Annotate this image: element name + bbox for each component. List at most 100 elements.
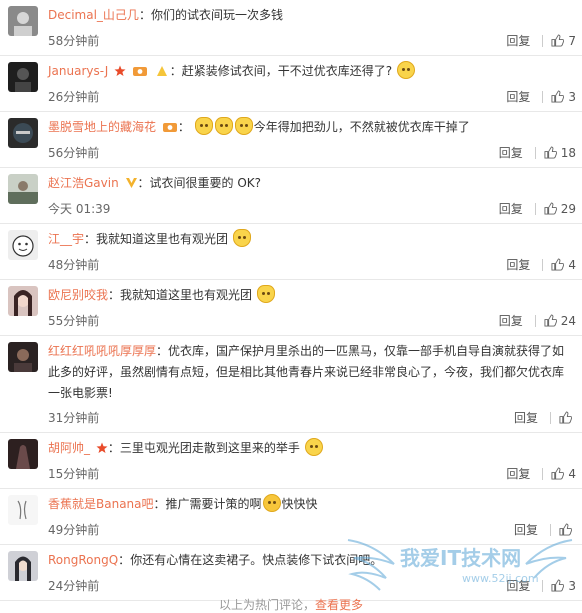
comment-time: 55分钟前 <box>48 314 100 328</box>
reply-button[interactable]: 回复 <box>506 465 530 482</box>
like-count: 4 <box>568 466 576 481</box>
thumbs-up-icon <box>551 258 565 271</box>
comment-time: 26分钟前 <box>48 90 100 104</box>
cat-emoji-icon <box>234 117 253 135</box>
site-watermark: 我爱IT技术网 www.52ij.com <box>344 534 576 596</box>
thumbs-up-icon <box>551 467 565 480</box>
more-comments-text: 以上为热门评论， <box>218 598 315 612</box>
avatar[interactable] <box>8 551 38 581</box>
comment-time: 15分钟前 <box>48 467 100 481</box>
comment-content: Decimal_山己几：你们的试衣间玩一次多钱 <box>48 8 283 22</box>
comment-list: Decimal_山己几：你们的试衣间玩一次多钱 58分钟前 回复 7 Janua… <box>0 0 582 601</box>
comment-content: Januarys-J ：赶紧装修试衣间，干不过优衣库还得了? <box>48 61 568 82</box>
comment-text-tail: 快快快 <box>281 497 318 511</box>
comment-content: 江__宇：我就知道这里也有观光团 <box>48 229 568 250</box>
username-link[interactable]: Decimal_山己几 <box>48 8 139 22</box>
thumbs-up-icon <box>544 146 557 159</box>
username-link[interactable]: 欧尼别咬我 <box>48 288 108 302</box>
reply-button[interactable]: 回复 <box>499 312 523 329</box>
cat-emoji-icon <box>214 117 233 135</box>
comment-text: 今年得加把劲儿，不然就被优衣库干掉了 <box>253 120 470 134</box>
avatar[interactable] <box>8 118 38 148</box>
avatar[interactable] <box>8 62 38 92</box>
comment-actions: 回复 29 <box>499 200 576 217</box>
avatar[interactable] <box>8 174 38 204</box>
like-button[interactable]: 29 <box>544 202 576 216</box>
comment-content: 赵江浩Gavin ：试衣间很重要的 OK? <box>48 176 262 190</box>
like-button[interactable]: 7 <box>551 34 576 48</box>
avatar[interactable] <box>8 439 38 469</box>
avatar[interactable] <box>8 6 38 36</box>
more-comments-bar: 以上为热门评论，查看更多 <box>0 596 582 613</box>
divider <box>534 202 536 215</box>
like-count: 24 <box>560 313 576 328</box>
like-button[interactable]: 4 <box>551 467 576 481</box>
thinking-emoji-icon <box>304 438 323 456</box>
reply-button[interactable]: 回复 <box>506 88 530 105</box>
comment-actions: 回复 4 <box>506 256 576 273</box>
vip-badge-icon <box>132 67 147 76</box>
comment-item: 赵江浩Gavin ：试衣间很重要的 OK? 今天 01:39 回复 29 <box>0 168 582 224</box>
comment-item: 胡阿帅_ ：三里屯观光团走散到这里来的举手 15分钟前 回复 4 <box>0 433 582 489</box>
comment-text: 赶紧装修试衣间，干不过优衣库还得了? <box>181 64 393 78</box>
username-link[interactable]: 香蕉就是Banana吧 <box>48 497 154 511</box>
star-badge-icon <box>96 442 108 453</box>
comment-time: 48分钟前 <box>48 258 100 272</box>
comment-actions: 回复 <box>514 409 576 426</box>
divider <box>542 34 544 47</box>
view-more-link[interactable]: 查看更多 <box>315 598 363 612</box>
comment-text: 推广需要计策的啊 <box>165 497 262 511</box>
like-button[interactable]: 18 <box>544 146 576 160</box>
comment-content: 墨脱雪地上的藏海花 ： 今年得加把劲儿，不然就被优衣库干掉了 <box>48 117 568 138</box>
comment-time: 31分钟前 <box>48 411 100 425</box>
emoji-icon <box>396 61 415 79</box>
comment-item: 墨脱雪地上的藏海花 ： 今年得加把劲儿，不然就被优衣库干掉了 56分钟前 回复 … <box>0 112 582 168</box>
username-link[interactable]: 墨脱雪地上的藏海花 <box>48 120 156 134</box>
username-link[interactable]: 赵江浩Gavin <box>48 176 119 190</box>
divider <box>534 314 536 327</box>
comment-actions: 回复 24 <box>499 312 576 329</box>
comment-content: 红红红吼吼吼厚厚厚：优衣库，国产保护月里杀出的一匹黑马，仅靠一部手机自导自演就获… <box>48 344 565 400</box>
reply-button[interactable]: 回复 <box>514 409 538 426</box>
avatar[interactable] <box>8 286 38 316</box>
like-button[interactable]: 24 <box>544 314 576 328</box>
divider <box>542 258 544 271</box>
like-count: 7 <box>568 33 576 48</box>
reply-button[interactable]: 回复 <box>499 144 523 161</box>
comment-text: 三里屯观光团走散到这里来的举手 <box>119 441 300 455</box>
username-link[interactable]: 红红红吼吼吼厚厚厚 <box>48 344 156 358</box>
comment-content: 香蕉就是Banana吧：推广需要计策的啊 快快快 <box>48 494 568 515</box>
comment-time: 56分钟前 <box>48 146 100 160</box>
like-button[interactable]: 3 <box>551 90 576 104</box>
like-count: 3 <box>568 89 576 104</box>
username-link[interactable]: 胡阿帅_ <box>48 441 90 455</box>
comment-item: Januarys-J ：赶紧装修试衣间，干不过优衣库还得了? 26分钟前 回复 … <box>0 56 582 112</box>
comment-text: 你们的试衣间玩一次多钱 <box>150 8 283 22</box>
divider <box>550 411 551 424</box>
reply-button[interactable]: 回复 <box>499 200 523 217</box>
divider <box>542 90 544 103</box>
comment-content: 胡阿帅_ ：三里屯观光团走散到这里来的举手 <box>48 438 568 459</box>
comment-actions: 回复 7 <box>506 32 576 49</box>
avatar[interactable] <box>8 495 38 525</box>
reply-button[interactable]: 回复 <box>506 256 530 273</box>
thumbs-up-icon <box>544 314 557 327</box>
divider <box>534 146 536 159</box>
thumbs-up-icon <box>544 202 557 215</box>
like-button[interactable] <box>559 411 576 424</box>
username-link[interactable]: Januarys-J <box>48 64 108 78</box>
comment-time: 今天 01:39 <box>48 202 111 216</box>
username-link[interactable]: 江__宇 <box>48 232 84 246</box>
like-button[interactable]: 4 <box>551 258 576 272</box>
thumbs-up-icon <box>559 411 572 424</box>
like-count: 29 <box>560 201 576 216</box>
avatar[interactable] <box>8 342 38 372</box>
like-count: 18 <box>560 145 576 160</box>
avatar[interactable] <box>8 230 38 260</box>
reply-button[interactable]: 回复 <box>506 32 530 49</box>
watermark-title: 我爱IT技术网 <box>400 546 522 570</box>
username-link[interactable]: RongRongQ <box>48 553 118 567</box>
comment-text: 试衣间很重要的 OK? <box>149 176 262 190</box>
comment-time: 58分钟前 <box>48 34 100 48</box>
thumbs-up-icon <box>551 90 565 103</box>
